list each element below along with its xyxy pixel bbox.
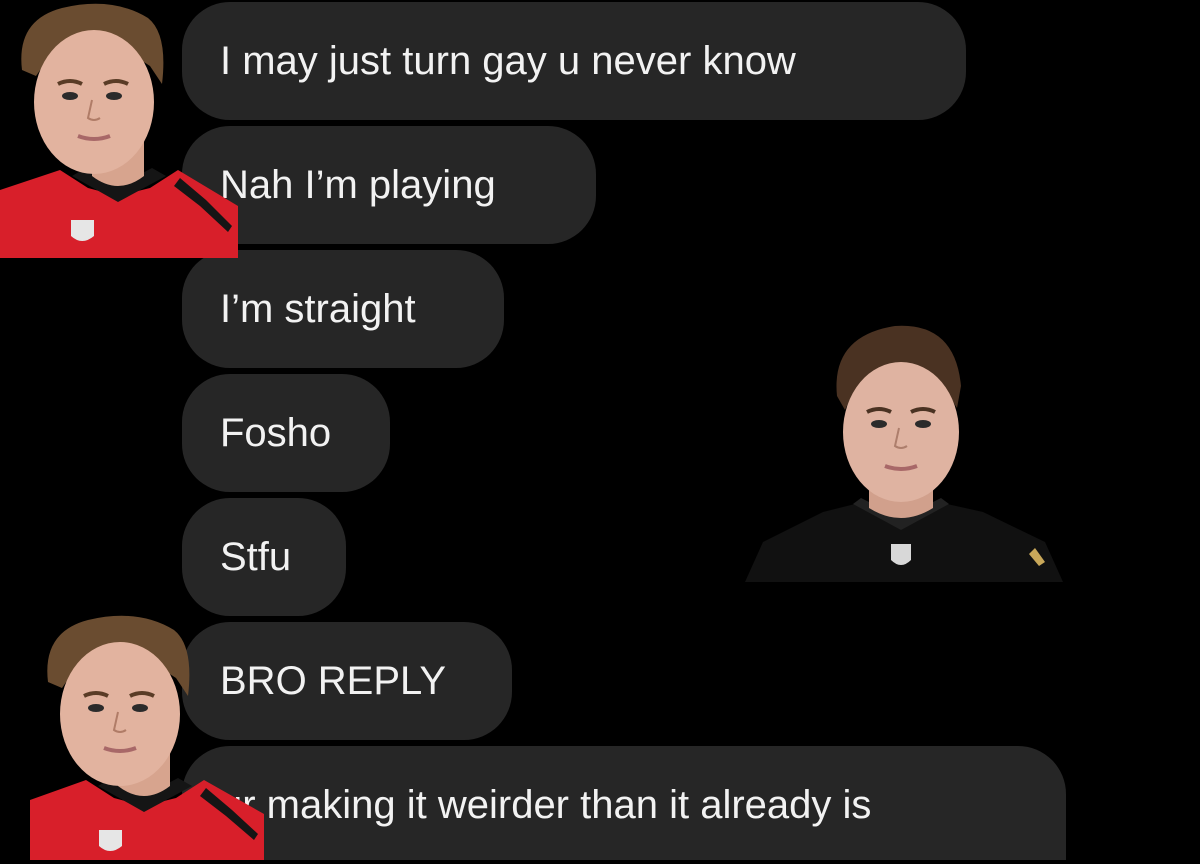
message-bubble[interactable]: Nah I’m playing xyxy=(182,126,596,244)
player-photo-red-jersey-icon xyxy=(30,610,264,860)
message-bubble[interactable]: Stfu xyxy=(182,498,346,616)
message-bubble[interactable]: I’m straight xyxy=(182,250,504,368)
message-thread: I may just turn gay u never know Nah I’m… xyxy=(0,0,1200,860)
message-bubble[interactable]: Fosho xyxy=(182,374,390,492)
player-photo-black-jersey-icon xyxy=(745,322,1063,582)
player-photo-red-jersey-icon xyxy=(0,0,238,258)
message-bubble[interactable]: I may just turn gay u never know xyxy=(182,2,966,120)
message-bubble[interactable]: ur making it weirder than it already is xyxy=(182,746,1066,860)
